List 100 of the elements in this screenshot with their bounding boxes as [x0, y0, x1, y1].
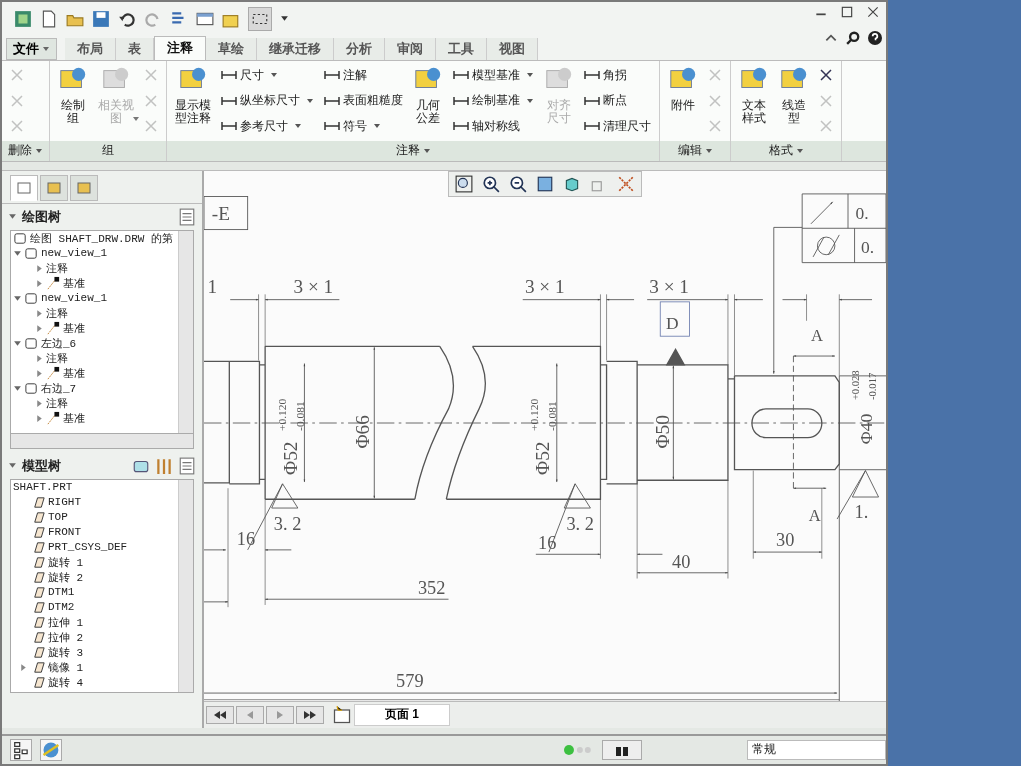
ribbon-button[interactable]: 显示模型注释 — [173, 62, 213, 127]
selection-box-icon[interactable] — [248, 6, 272, 31]
collapse-caret-icon[interactable] — [8, 461, 17, 471]
search-icon[interactable] — [846, 30, 860, 45]
ribbon-button[interactable]: 模型基准 — [451, 65, 536, 85]
tree-item[interactable]: new_view_1 — [41, 247, 107, 260]
ribbon-tab[interactable]: 继承迁移 — [257, 37, 334, 60]
ribbon-button[interactable]: 角拐 — [582, 65, 653, 85]
help-icon[interactable] — [868, 30, 882, 45]
expander-icon[interactable] — [35, 308, 44, 318]
ribbon-button[interactable]: 清理尺寸 — [582, 116, 653, 136]
ribbon-button[interactable]: 绘制组 — [56, 62, 90, 127]
group-label[interactable]: 格式 — [731, 140, 841, 161]
ribbon-button[interactable]: 几何公差 — [411, 62, 445, 127]
tree-item[interactable]: 注释 — [46, 350, 68, 366]
tree-item[interactable]: FRONT — [48, 526, 81, 539]
tree-item[interactable]: 基准 — [63, 320, 85, 336]
tree-item[interactable]: new_view_1 — [41, 292, 107, 305]
ribbon-tab[interactable]: 视图 — [487, 37, 538, 60]
web-browser-icon[interactable] — [39, 738, 62, 761]
tree-item[interactable]: 注释 — [46, 305, 68, 321]
ribbon-button[interactable]: 表面粗糙度 — [322, 91, 405, 111]
tree-item[interactable]: 右边_7 — [41, 380, 77, 396]
ribbon-button[interactable]: 注解 — [322, 65, 405, 85]
ribbon-button[interactable]: 尺寸 — [219, 65, 316, 85]
expander-icon[interactable] — [35, 323, 44, 333]
ribbon-button[interactable]: 轴对称线 — [451, 116, 536, 136]
panel-tab[interactable] — [40, 174, 68, 201]
tree-item[interactable]: DTM1 — [48, 586, 75, 599]
tree-item[interactable]: 拉伸 1 — [48, 614, 84, 630]
tree-item[interactable]: 基准 — [63, 275, 85, 291]
group-label[interactable]: 编辑 — [660, 140, 730, 161]
new-file-icon[interactable] — [40, 9, 58, 28]
zoom-in-icon[interactable] — [482, 174, 500, 193]
tree-item[interactable]: 旋转 1 — [48, 554, 84, 570]
tree-item[interactable]: 注释 — [46, 260, 68, 276]
group-label[interactable]: 组 — [50, 140, 166, 161]
maximize-icon[interactable] — [840, 4, 854, 19]
expander-icon[interactable] — [13, 248, 22, 258]
ribbon-button[interactable]: 符号 — [322, 116, 405, 136]
ribbon-tab[interactable]: 表 — [116, 37, 154, 60]
datum-display-icon[interactable] — [617, 174, 635, 193]
tree-item[interactable]: 注释 — [46, 395, 68, 411]
zoom-fit-icon[interactable] — [455, 174, 473, 193]
ribbon-tab[interactable]: 工具 — [436, 37, 487, 60]
filter-field[interactable]: 常规 — [746, 739, 886, 760]
tree-item[interactable]: 旋转 4 — [48, 674, 84, 690]
list-settings-icon[interactable] — [178, 456, 196, 475]
group-label[interactable]: 注释 — [167, 140, 659, 161]
ribbon-button[interactable]: 参考尺寸 — [219, 116, 316, 136]
tree-item[interactable]: 绘图 SHAFT_DRW.DRW 的第 — [30, 230, 174, 246]
panel-tab[interactable] — [10, 174, 38, 201]
save-icon[interactable] — [92, 9, 110, 28]
ribbon-button[interactable]: 文本样式 — [737, 62, 771, 127]
tree-item[interactable]: PRT_CSYS_DEF — [48, 541, 128, 554]
expander-icon[interactable] — [35, 278, 44, 288]
collapse-caret-icon[interactable] — [8, 212, 17, 222]
tree-item[interactable]: RIGHT — [48, 496, 81, 509]
ribbon-button[interactable]: 绘制基准 — [451, 91, 536, 111]
ribbon-tab[interactable]: 注释 — [154, 35, 206, 60]
ribbon-tab[interactable]: 分析 — [334, 37, 385, 60]
scrollbar[interactable] — [178, 230, 193, 433]
tree-item[interactable]: 镜像 1 — [48, 659, 84, 675]
close-icon[interactable] — [866, 4, 880, 19]
expander-icon[interactable] — [13, 383, 22, 393]
tree-item[interactable]: DTM2 — [48, 601, 75, 614]
ribbon-button[interactable]: 附件 — [666, 62, 700, 114]
tree-view-icon[interactable] — [10, 738, 32, 761]
ribbon-button[interactable]: 线造型 — [777, 62, 811, 127]
expander-icon[interactable] — [35, 353, 44, 363]
find-button[interactable] — [601, 739, 642, 760]
tree-item[interactable]: 基准 — [63, 410, 85, 426]
page-nav-button[interactable] — [296, 705, 324, 724]
tree-item[interactable]: TOP — [48, 511, 68, 524]
expander-icon[interactable] — [19, 662, 28, 672]
repaint-icon[interactable] — [536, 174, 554, 193]
expander-icon[interactable] — [35, 263, 44, 273]
expander-icon[interactable] — [13, 293, 22, 303]
ribbon-tab[interactable]: 审阅 — [385, 37, 436, 60]
tree-item[interactable]: 拉伸 2 — [48, 629, 84, 645]
group-label[interactable]: 删除 — [2, 140, 49, 161]
caret-icon[interactable] — [280, 14, 289, 24]
page-tab[interactable]: 页面 1 — [354, 703, 450, 726]
ribbon-tab[interactable]: 草绘 — [206, 37, 257, 60]
ribbon-button[interactable]: 纵坐标尺寸 — [219, 91, 316, 111]
panel-tab[interactable] — [70, 174, 98, 201]
page-nav-button[interactable] — [206, 705, 234, 724]
tree-item[interactable]: 左边_6 — [41, 335, 77, 351]
tree-item[interactable]: 旋转 2 — [48, 569, 84, 585]
expander-icon[interactable] — [13, 338, 22, 348]
expander-icon[interactable] — [35, 413, 44, 423]
tree-item[interactable]: 基准 — [63, 365, 85, 381]
zoom-out-icon[interactable] — [509, 174, 527, 193]
ribbon-button[interactable]: 断点 — [582, 91, 653, 111]
app-icon[interactable] — [14, 9, 32, 28]
tree-item[interactable]: SHAFT.PRT — [13, 481, 73, 494]
expander-icon[interactable] — [35, 368, 44, 378]
list-settings-icon[interactable] — [178, 207, 196, 226]
scrollbar[interactable] — [178, 479, 193, 692]
tree-item[interactable]: 旋转 3 — [48, 644, 84, 660]
